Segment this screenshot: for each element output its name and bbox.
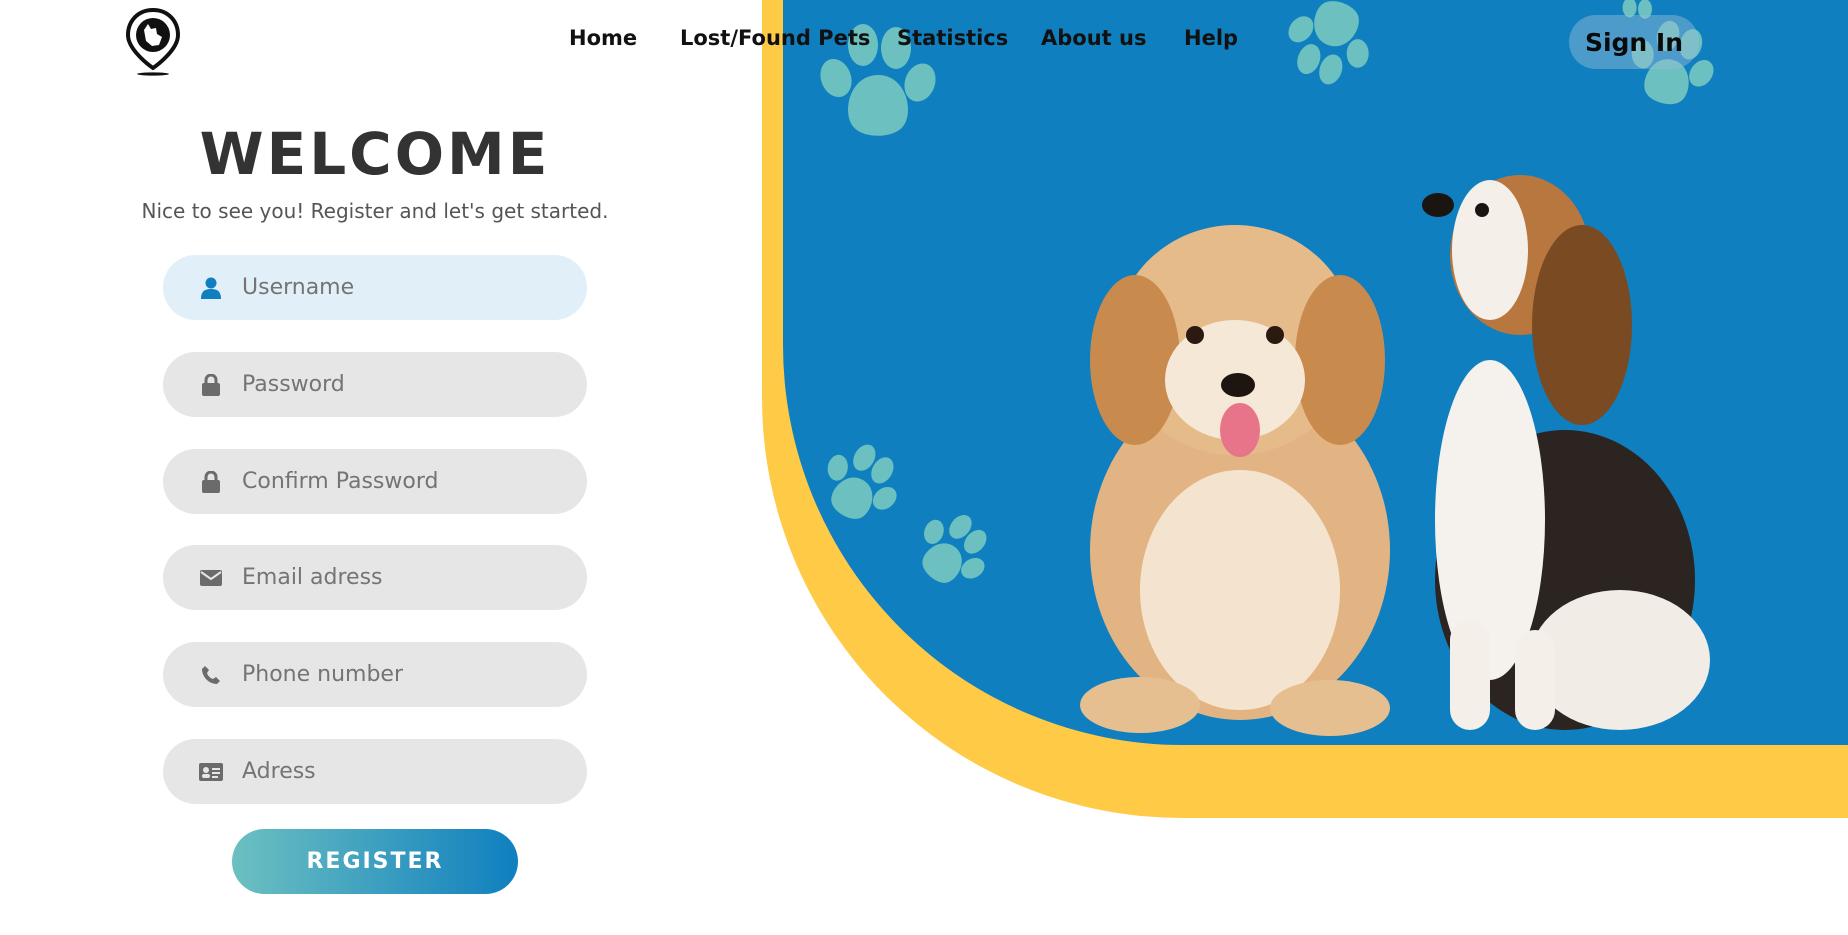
username-input[interactable]: [242, 275, 572, 300]
phone-icon: [199, 663, 223, 687]
nav-home[interactable]: Home: [569, 26, 637, 50]
password-input[interactable]: [242, 372, 572, 397]
register-button[interactable]: REGISTER: [232, 829, 518, 894]
address-field[interactable]: [163, 739, 587, 804]
nav-help[interactable]: Help: [1184, 26, 1238, 50]
username-field[interactable]: [163, 255, 587, 320]
beagle-puppy-image: [1422, 175, 1710, 730]
dogs-illustration: [1020, 160, 1720, 740]
user-icon: [199, 276, 223, 300]
nav-lost-found-pets[interactable]: Lost/Found Pets: [680, 26, 870, 50]
nav-about-us[interactable]: About us: [1041, 26, 1146, 50]
email-input[interactable]: [242, 565, 572, 590]
confirm-password-input[interactable]: [242, 469, 572, 494]
address-input[interactable]: [242, 759, 572, 784]
phone-field[interactable]: [163, 642, 587, 707]
email-field[interactable]: [163, 545, 587, 610]
paw-print-icon: [803, 0, 953, 150]
logo[interactable]: [125, 7, 181, 76]
nav-statistics[interactable]: Statistics: [897, 26, 1008, 50]
password-field[interactable]: [163, 352, 587, 417]
paw-print-icon: [1258, 0, 1399, 115]
confirm-password-field[interactable]: [163, 449, 587, 514]
fluffy-puppy-image: [1080, 225, 1390, 736]
lock-icon: [199, 470, 223, 494]
sign-in-button[interactable]: Sign In: [1569, 15, 1699, 69]
welcome-subtitle: Nice to see you! Register and let's get …: [141, 199, 609, 223]
welcome-title: WELCOME: [199, 120, 551, 188]
location-pin-pet-icon: [125, 7, 181, 76]
envelope-icon: [199, 566, 223, 590]
id-card-icon: [199, 760, 223, 784]
lock-icon: [199, 373, 223, 397]
phone-input[interactable]: [242, 662, 572, 687]
